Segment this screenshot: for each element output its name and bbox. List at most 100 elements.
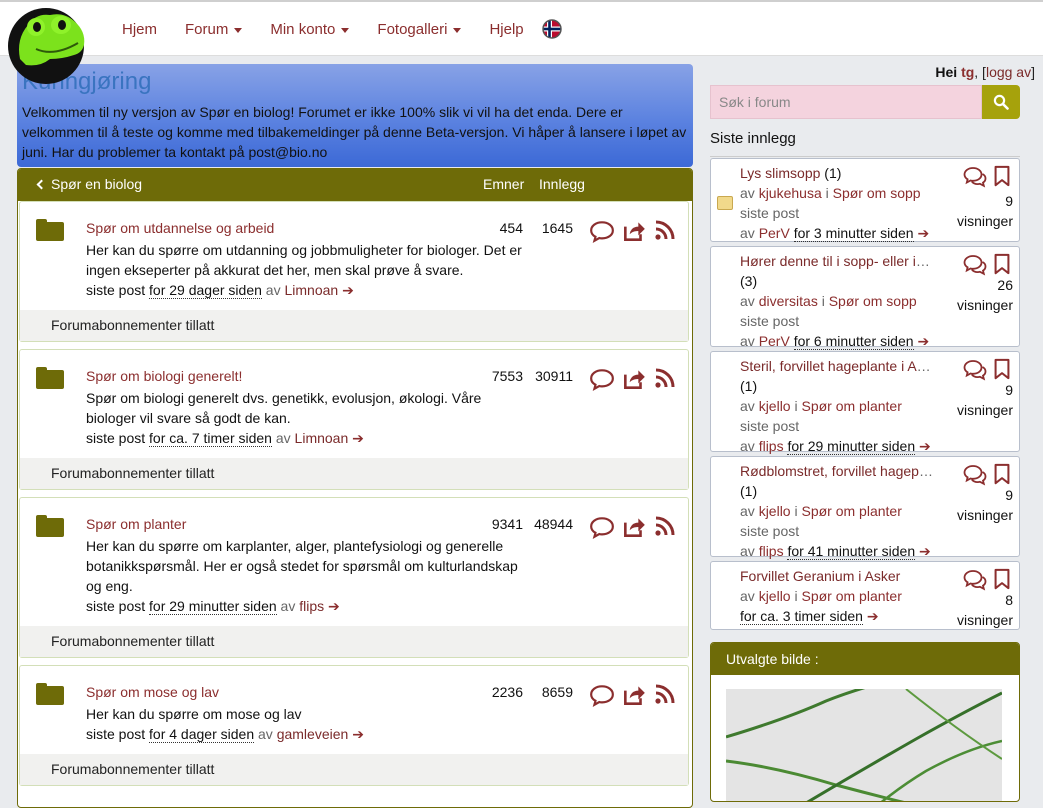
recent-post-time: for 29 minutter siden bbox=[787, 438, 916, 455]
bookmark-icon[interactable] bbox=[991, 165, 1013, 187]
recent-post-author[interactable]: diversitas bbox=[759, 293, 818, 309]
recent-post-author[interactable]: kjello bbox=[759, 398, 791, 414]
arrow-right-icon[interactable]: ➔ bbox=[328, 598, 340, 614]
rss-icon[interactable] bbox=[653, 514, 677, 538]
recent-post-title-link[interactable]: Hører denne til i sopp- eller insekt... bbox=[740, 253, 935, 269]
category-title-link[interactable]: Spør om mose og lav bbox=[86, 684, 219, 700]
share-icon[interactable] bbox=[621, 366, 647, 392]
category-post-count: 1645 bbox=[541, 220, 573, 236]
bookmark-icon[interactable] bbox=[991, 253, 1013, 275]
bookmark-icon[interactable] bbox=[991, 358, 1013, 380]
view-count: 8 bbox=[1005, 592, 1013, 608]
back-link[interactable]: Spør en biolog bbox=[36, 176, 142, 192]
top-navbar: Hjem Forum Min konto Fotogalleri Hjelp bbox=[0, 0, 1043, 56]
recent-post-forum[interactable]: Spør om planter bbox=[801, 398, 901, 414]
category-footer: Forumabonnementer tillatt bbox=[20, 754, 688, 785]
comment-icon[interactable] bbox=[589, 218, 615, 244]
category-footer: Forumabonnementer tillatt bbox=[20, 626, 688, 657]
comments-icon[interactable] bbox=[963, 463, 987, 487]
greeting-text: Hei bbox=[935, 64, 958, 80]
recent-post-body: Rødblomstret, forvillet hageplante (1) av … bbox=[740, 461, 950, 561]
search-button[interactable] bbox=[982, 85, 1020, 119]
recent-post-title-link[interactable]: Rødblomstret, forvillet hageplante bbox=[740, 463, 935, 479]
last-post-user-link[interactable]: gamleveien bbox=[277, 726, 349, 742]
recent-post-last-user[interactable]: PerV bbox=[759, 333, 790, 349]
share-icon[interactable] bbox=[621, 682, 647, 708]
search-input[interactable] bbox=[710, 85, 982, 119]
last-post-info: siste post for 29 minutter siden av flip… bbox=[86, 596, 531, 616]
rss-icon[interactable] bbox=[653, 218, 677, 242]
arrow-right-icon[interactable]: ➔ bbox=[352, 726, 364, 742]
nav-min-konto[interactable]: Min konto bbox=[270, 20, 350, 38]
share-icon[interactable] bbox=[621, 514, 647, 540]
subscription-label: Forumabonnementer tillatt bbox=[51, 761, 215, 777]
arrow-right-icon[interactable]: ➔ bbox=[342, 282, 354, 298]
comments-icon[interactable] bbox=[963, 358, 987, 382]
bookmark-icon[interactable] bbox=[991, 568, 1013, 590]
recent-post-time-row: av flips for 29 minutter siden ➔ bbox=[740, 438, 931, 455]
category-actions bbox=[589, 366, 677, 392]
recent-post-reply-count: (1) bbox=[740, 378, 758, 394]
views-label: visninger bbox=[956, 507, 1013, 523]
comments-icon[interactable] bbox=[963, 568, 987, 592]
recent-post-last-label: siste post bbox=[740, 418, 800, 434]
rss-icon[interactable] bbox=[653, 366, 677, 390]
recent-post-author-row: av kjukehusa i Spør om sopp bbox=[740, 185, 921, 201]
arrow-right-icon[interactable]: ➔ bbox=[919, 438, 931, 454]
last-post-label: siste post bbox=[86, 430, 146, 446]
comment-icon[interactable] bbox=[589, 366, 615, 392]
norway-flag-icon[interactable] bbox=[541, 19, 562, 39]
last-post-by-label: av bbox=[280, 598, 296, 614]
featured-photo[interactable] bbox=[726, 689, 1002, 802]
nav-min-konto-label: Min konto bbox=[270, 20, 336, 38]
logout-link[interactable]: logg av bbox=[986, 64, 1031, 80]
comment-icon[interactable] bbox=[589, 682, 615, 708]
recent-post-title-link[interactable]: Lys slimsopp bbox=[740, 165, 820, 181]
category-title-link[interactable]: Spør om utdannelse og arbeid bbox=[86, 220, 274, 236]
recent-post-author[interactable]: kjello bbox=[759, 588, 791, 604]
arrow-right-icon[interactable]: ➔ bbox=[919, 543, 931, 559]
category-actions bbox=[589, 514, 677, 540]
recent-post-last-user[interactable]: flips bbox=[759, 438, 784, 454]
arrow-right-icon[interactable]: ➔ bbox=[352, 430, 364, 446]
recent-post-forum[interactable]: Spør om sopp bbox=[833, 185, 921, 201]
recent-post-forum[interactable]: Spør om sopp bbox=[829, 293, 917, 309]
recent-post-forum[interactable]: Spør om planter bbox=[801, 588, 901, 604]
comment-icon[interactable] bbox=[589, 514, 615, 540]
comments-icon[interactable] bbox=[963, 165, 987, 189]
last-post-user-link[interactable]: Limnoan bbox=[295, 430, 349, 446]
last-post-by-label: av bbox=[258, 726, 273, 742]
nav-hjelp[interactable]: Hjelp bbox=[489, 21, 523, 38]
recent-post-card: Steril, forvillet hageplante i Asker (1) a… bbox=[710, 351, 1020, 455]
user-greeting: Hei tg, [logg av] bbox=[935, 64, 1035, 80]
last-post-time: for 29 minutter siden bbox=[149, 598, 277, 615]
frog-logo[interactable] bbox=[6, 5, 88, 85]
bookmark-icon[interactable] bbox=[991, 463, 1013, 485]
comments-icon[interactable] bbox=[963, 253, 987, 277]
last-post-user-link[interactable]: flips bbox=[299, 598, 324, 614]
recent-post-title-link[interactable]: Forvillet Geranium i Asker bbox=[740, 568, 900, 584]
recent-post-last-user[interactable]: flips bbox=[759, 543, 784, 559]
nav-forum[interactable]: Forum bbox=[185, 21, 243, 38]
arrow-right-icon[interactable]: ➔ bbox=[917, 225, 929, 241]
nav-hjem[interactable]: Hjem bbox=[122, 21, 157, 38]
share-icon[interactable] bbox=[621, 218, 647, 244]
category-title-link[interactable]: Spør om planter bbox=[86, 516, 186, 532]
recent-post-time-row: av flips for 41 minutter siden ➔ bbox=[740, 543, 931, 560]
recent-post-author-row: av kjello i Spør om planter bbox=[740, 588, 902, 604]
category-title-link[interactable]: Spør om biologi generelt! bbox=[86, 368, 242, 384]
recent-post-time-row: for ca. 3 timer siden ➔ bbox=[740, 606, 950, 626]
nav-fotogalleri[interactable]: Fotogalleri bbox=[377, 21, 462, 38]
last-post-user-link[interactable]: Limnoan bbox=[284, 282, 338, 298]
recent-post-author[interactable]: kjello bbox=[759, 503, 791, 519]
username-link[interactable]: tg bbox=[961, 64, 974, 80]
rss-icon[interactable] bbox=[653, 682, 677, 706]
arrow-right-icon[interactable]: ➔ bbox=[867, 608, 879, 624]
recent-post-last-user[interactable]: PerV bbox=[759, 225, 790, 241]
recent-post-forum[interactable]: Spør om planter bbox=[801, 503, 901, 519]
recent-post-title-link[interactable]: Steril, forvillet hageplante i Asker bbox=[740, 358, 935, 374]
arrow-right-icon[interactable]: ➔ bbox=[917, 333, 929, 349]
forum-category-card: Spør om mose og lav 2236 8659 Her kan du sp… bbox=[19, 665, 689, 786]
recent-post-author[interactable]: kjukehusa bbox=[759, 185, 822, 201]
recent-post-actions bbox=[963, 165, 1013, 189]
